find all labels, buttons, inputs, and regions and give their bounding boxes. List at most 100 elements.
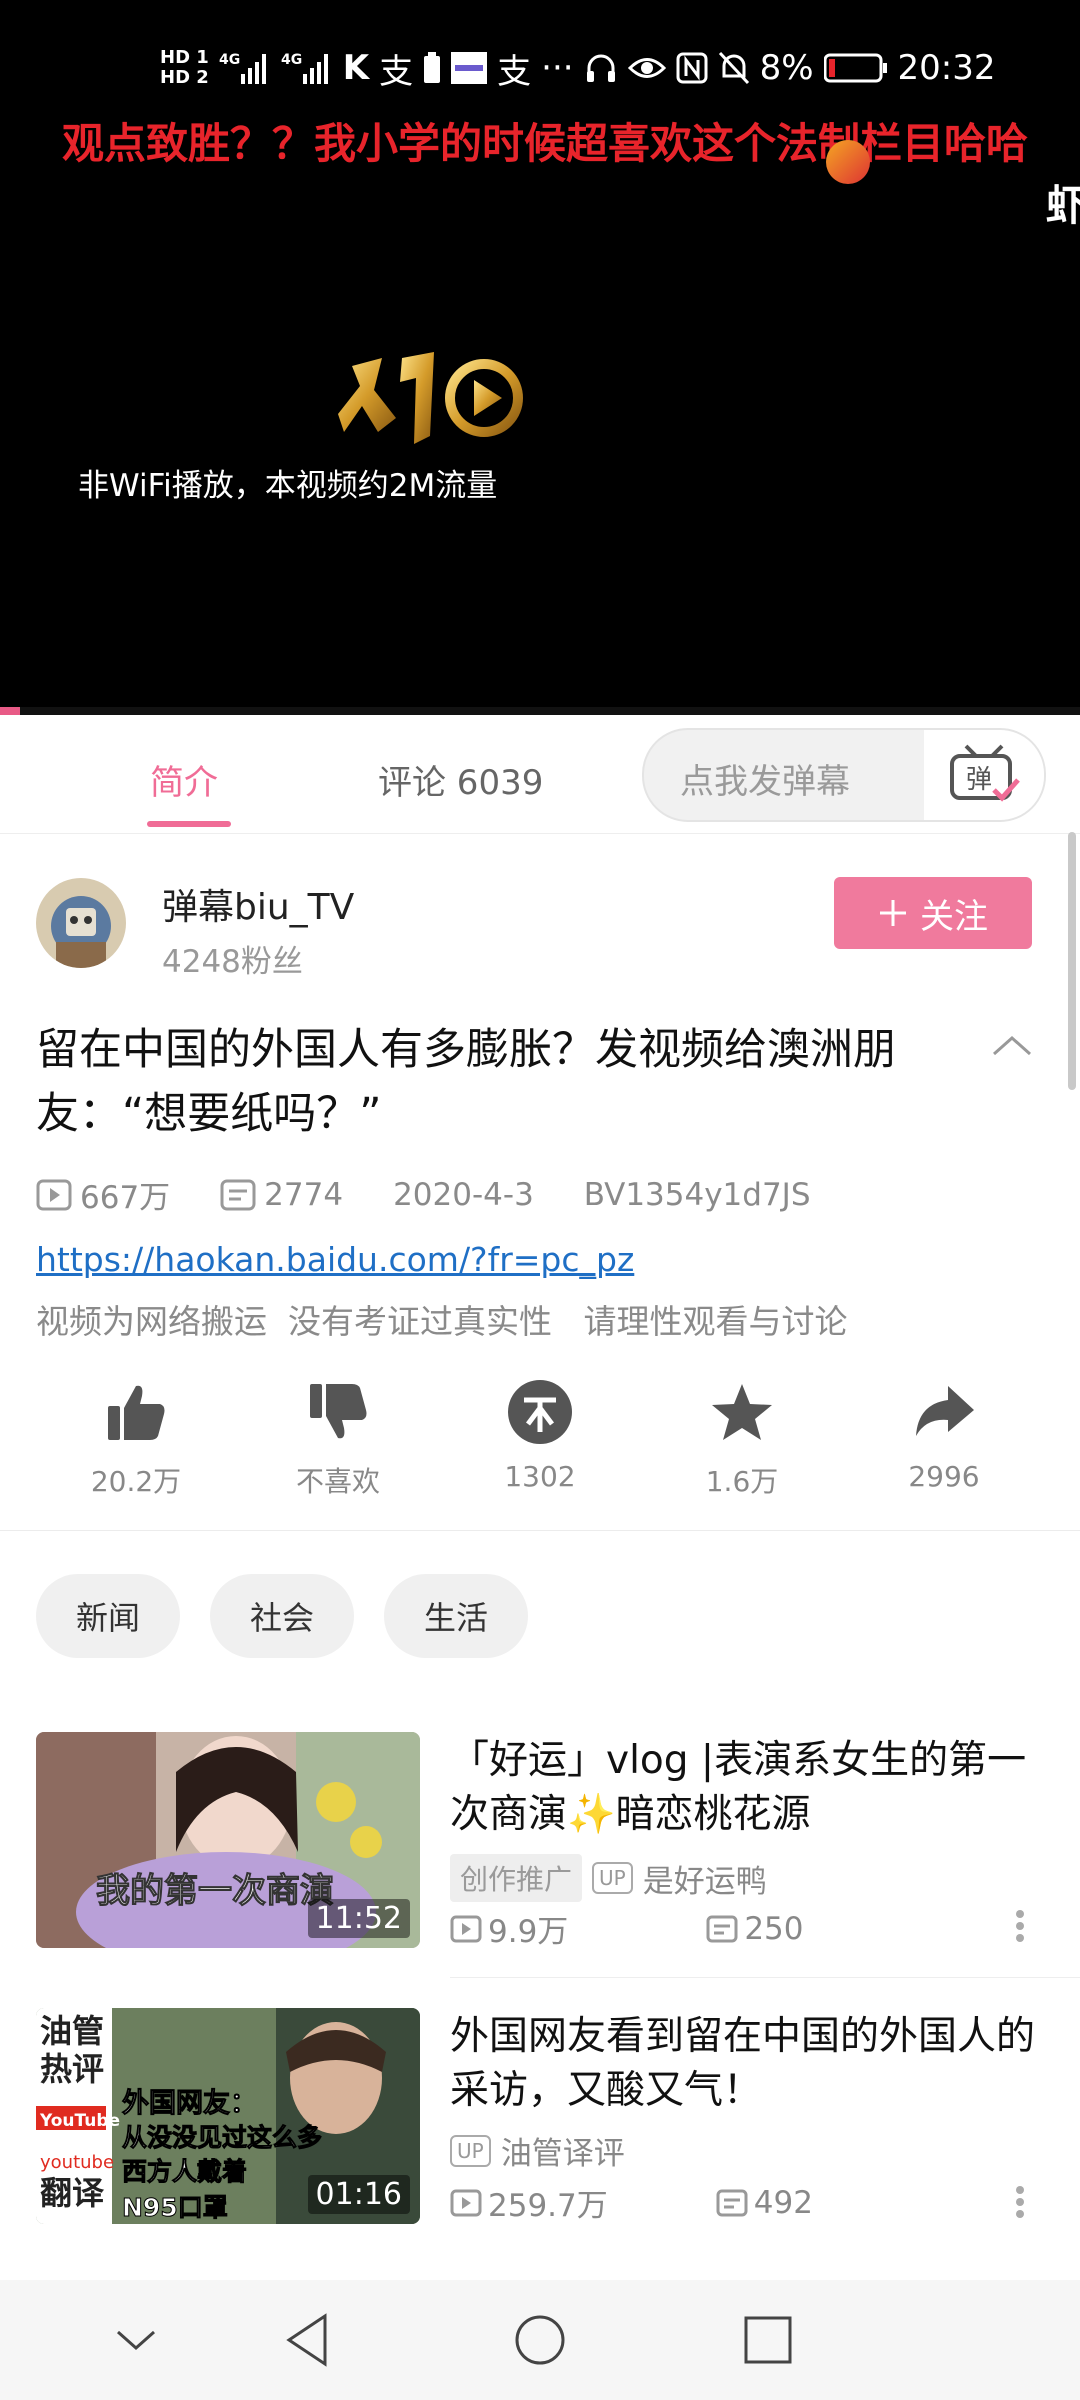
share-button[interactable]: 2996 — [864, 1372, 1024, 1493]
video-description: 视频为网络搬运 没有考证过真实性 请理性观看与讨论 — [36, 1302, 848, 1341]
play-count: 667万 — [36, 1172, 170, 1217]
system-nav-bar — [0, 2280, 1080, 2400]
alipay-icon: 支 — [379, 51, 414, 92]
svg-text:油管: 油管 — [40, 2012, 104, 2050]
danmaku-icon — [706, 1915, 738, 1942]
danmaku-comment: 观点致胜？？我小学的时候超喜欢这个法制栏目哈哈 — [62, 119, 1029, 168]
share-arrow-icon — [916, 1386, 974, 1436]
svg-text:N95口罩: N95口罩 — [122, 2193, 228, 2222]
danmaku-icon — [716, 2189, 748, 2216]
battery-icon — [823, 53, 888, 83]
uploader-avatar[interactable] — [36, 878, 126, 968]
follow-button[interactable]: 关注 — [834, 877, 1032, 949]
battery-percent: 8% — [759, 48, 814, 88]
home-circle-icon — [515, 2315, 565, 2365]
svg-text:西方人戴着: 西方人戴着 — [122, 2157, 247, 2186]
like-button[interactable]: 20.2万 — [56, 1372, 216, 1500]
headphones-icon — [584, 51, 618, 85]
related-uploader[interactable]: 油管译评 — [501, 2128, 625, 2173]
source-link[interactable]: https://haokan.baidu.com/?fr=pc_pz — [36, 1240, 634, 1279]
svg-text:youtube: youtube — [40, 2152, 114, 2173]
video-duration: 01:16 — [307, 2175, 410, 2214]
follow-label: 关注 — [920, 896, 988, 937]
svg-text:我的第一次商演: 我的第一次商演 — [96, 1871, 334, 1911]
tab-intro[interactable]: 简介 — [150, 755, 218, 804]
more-options-icon[interactable] — [1014, 1906, 1026, 1946]
coin-count: 1302 — [504, 1460, 576, 1493]
bv-id: BV1354y1d7JS — [583, 1176, 811, 1213]
signal-icon-2: 4G — [281, 50, 333, 86]
play-icon — [450, 1915, 482, 1942]
related-thumbnail[interactable]: 油管 热评 YouTube youtube 翻译 外国网友： 从没没见过这么多 … — [36, 2008, 420, 2224]
related-title[interactable]: 「好运」vlog |表演系女生的第一次商演✨暗恋桃花源 — [450, 1734, 1040, 1842]
recents-square-icon — [744, 2316, 792, 2364]
svg-text:翻译: 翻译 — [40, 2174, 105, 2212]
dislike-label: 不喜欢 — [295, 1465, 380, 1498]
hd-indicator: HD 1 HD 2 — [160, 47, 209, 88]
thumbs-down-icon — [310, 1384, 367, 1439]
app-k-icon: K — [342, 48, 370, 88]
tab-indicator — [147, 821, 231, 827]
coin-button[interactable]: 1302 — [460, 1372, 620, 1493]
related-meta-row: UP 油管译评 — [450, 2128, 625, 2173]
related-plays: 9.9万 — [450, 1906, 568, 1951]
app-thumbnail-icon — [451, 52, 488, 84]
tab-comments[interactable]: 评论 6039 — [378, 755, 543, 804]
video-player[interactable]: HD 1 HD 2 4G 4G K 支 支 ··· 8% 20:32 观点致胜？… — [0, 0, 1080, 715]
tag-society[interactable]: 社会 — [210, 1574, 354, 1658]
danmaku-user-avatar — [826, 140, 870, 184]
svg-text:YouTube: YouTube — [39, 2111, 120, 2131]
row-divider — [450, 1977, 1080, 1978]
svg-text:弹: 弹 — [966, 765, 992, 795]
related-plays: 259.7万 — [450, 2180, 608, 2225]
uploader-fans: 4248粉丝 — [162, 944, 303, 980]
danmaku-input[interactable]: 点我发弹幕 弹 — [642, 728, 1046, 822]
signal-icon: 4G — [219, 50, 271, 86]
share-count: 2996 — [908, 1460, 980, 1493]
video-duration: 11:52 — [307, 1899, 410, 1938]
thumbs-up-icon — [108, 1385, 165, 1440]
hide-nav-button[interactable] — [96, 2310, 176, 2370]
scrollbar[interactable] — [1068, 832, 1076, 1090]
data-usage-notice: 非WiFi播放，本视频约2M流量 — [78, 468, 498, 504]
video-title: 留在中国的外国人有多膨胀？发视频给澳洲朋友：“想要纸吗？” — [36, 1025, 896, 1139]
collapse-chevron-icon[interactable] — [990, 1030, 1034, 1064]
video-meta: 667万 2774 2020-4-3 BV1354y1d7JS — [36, 1172, 811, 1217]
chevron-down-icon — [117, 2330, 155, 2351]
up-badge: UP — [592, 1862, 633, 1894]
danmaku-count: 2774 — [220, 1177, 343, 1213]
promo-badge: 创作推广 — [450, 1854, 583, 1902]
back-button[interactable] — [268, 2310, 348, 2370]
related-stats: 9.9万 250 — [450, 1906, 803, 1951]
svg-text:4G: 4G — [281, 52, 302, 68]
action-bar: 20.2万 不喜欢 1302 1.6万 2996 — [0, 1372, 1080, 1502]
up-badge: UP — [450, 2134, 491, 2167]
more-options-icon[interactable] — [1014, 2182, 1026, 2222]
play-icon — [36, 1179, 72, 1210]
like-count: 20.2万 — [90, 1465, 182, 1498]
related-uploader[interactable]: 是好运鸭 — [643, 1856, 767, 1901]
video-progress-bar[interactable] — [0, 707, 1080, 715]
eye-icon — [627, 53, 666, 83]
status-bar: HD 1 HD 2 4G 4G K 支 支 ··· 8% 20:32 — [160, 42, 996, 94]
recents-button[interactable] — [728, 2310, 808, 2370]
danmaku-send-button[interactable]: 弹 — [924, 730, 1044, 820]
svg-text:从没没见过这么多: 从没没见过这么多 — [122, 2123, 322, 2152]
clock: 20:32 — [897, 48, 996, 88]
publish-date: 2020-4-3 — [393, 1176, 534, 1213]
related-danmaku: 492 — [716, 2185, 813, 2221]
danmaku-icon — [220, 1179, 256, 1210]
related-danmaku: 250 — [706, 1911, 803, 1947]
alipay-icon-2: 支 — [497, 51, 532, 92]
svg-text:热评: 热评 — [40, 2050, 104, 2088]
tag-life[interactable]: 生活 — [384, 1574, 528, 1658]
favorite-button[interactable]: 1.6万 — [662, 1372, 822, 1500]
svg-text:4G: 4G — [219, 52, 240, 68]
related-title[interactable]: 外国网友看到留在中国的外国人的采访，又酸又气！ — [450, 2010, 1040, 2118]
dislike-button[interactable]: 不喜欢 — [258, 1372, 418, 1500]
home-button[interactable] — [500, 2310, 580, 2370]
related-meta-row: 创作推广 UP 是好运鸭 — [450, 1854, 767, 1902]
related-thumbnail[interactable]: 我的第一次商演 11:52 — [36, 1732, 420, 1948]
tag-news[interactable]: 新闻 — [36, 1574, 180, 1658]
uploader-name[interactable]: 弹幕biu_TV — [162, 878, 354, 930]
